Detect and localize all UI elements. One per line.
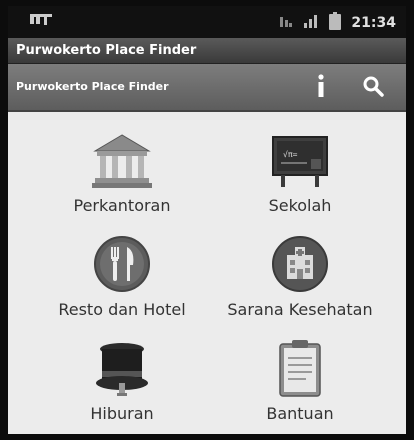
signal-icon bbox=[30, 13, 52, 32]
search-button[interactable] bbox=[356, 72, 390, 104]
svg-text:√π=: √π= bbox=[283, 150, 298, 159]
menu-item-label: Hiburan bbox=[90, 404, 154, 423]
menu-item-hiburan[interactable]: Hiburan bbox=[32, 334, 212, 432]
status-time: 21:34 bbox=[351, 15, 396, 31]
window-title: Purwokerto Place Finder bbox=[16, 43, 197, 58]
action-bar: Purwokerto Place Finder bbox=[8, 64, 406, 112]
government-building-icon bbox=[90, 130, 154, 190]
signal-bars-icon bbox=[303, 13, 319, 33]
status-bar: 21:34 bbox=[8, 6, 406, 38]
menu-item-sekolah[interactable]: √π= Sekolah bbox=[210, 126, 390, 224]
battery-icon bbox=[329, 12, 342, 34]
search-icon bbox=[362, 75, 384, 101]
menu-item-label: Perkantoran bbox=[73, 196, 171, 215]
chalkboard-icon: √π= bbox=[268, 130, 332, 190]
hospital-icon bbox=[268, 234, 332, 294]
menu-grid: Perkantoran √π= Sekolah Resto dan Hotel … bbox=[8, 112, 406, 434]
menu-item-perkantoran[interactable]: Perkantoran bbox=[32, 126, 212, 224]
info-button[interactable] bbox=[304, 72, 338, 104]
menu-item-label: Sarana Kesehatan bbox=[227, 300, 373, 319]
menu-item-label: Bantuan bbox=[266, 404, 334, 423]
fork-knife-icon bbox=[90, 234, 154, 294]
app-title: Purwokerto Place Finder bbox=[16, 80, 169, 93]
menu-item-label: Sekolah bbox=[268, 196, 332, 215]
network-icon bbox=[279, 14, 293, 33]
menu-item-resto-dan-hotel[interactable]: Resto dan Hotel bbox=[32, 230, 212, 328]
menu-item-sarana-kesehatan[interactable]: Sarana Kesehatan bbox=[210, 230, 390, 328]
phone-screen: 21:34 Purwokerto Place Finder Purwokerto… bbox=[8, 6, 406, 434]
menu-item-label: Resto dan Hotel bbox=[58, 300, 186, 319]
window-title-bar: Purwokerto Place Finder bbox=[8, 38, 406, 64]
top-hat-icon bbox=[90, 338, 154, 398]
clipboard-icon bbox=[268, 338, 332, 398]
menu-item-bantuan[interactable]: Bantuan bbox=[210, 334, 390, 432]
info-icon bbox=[316, 74, 326, 102]
